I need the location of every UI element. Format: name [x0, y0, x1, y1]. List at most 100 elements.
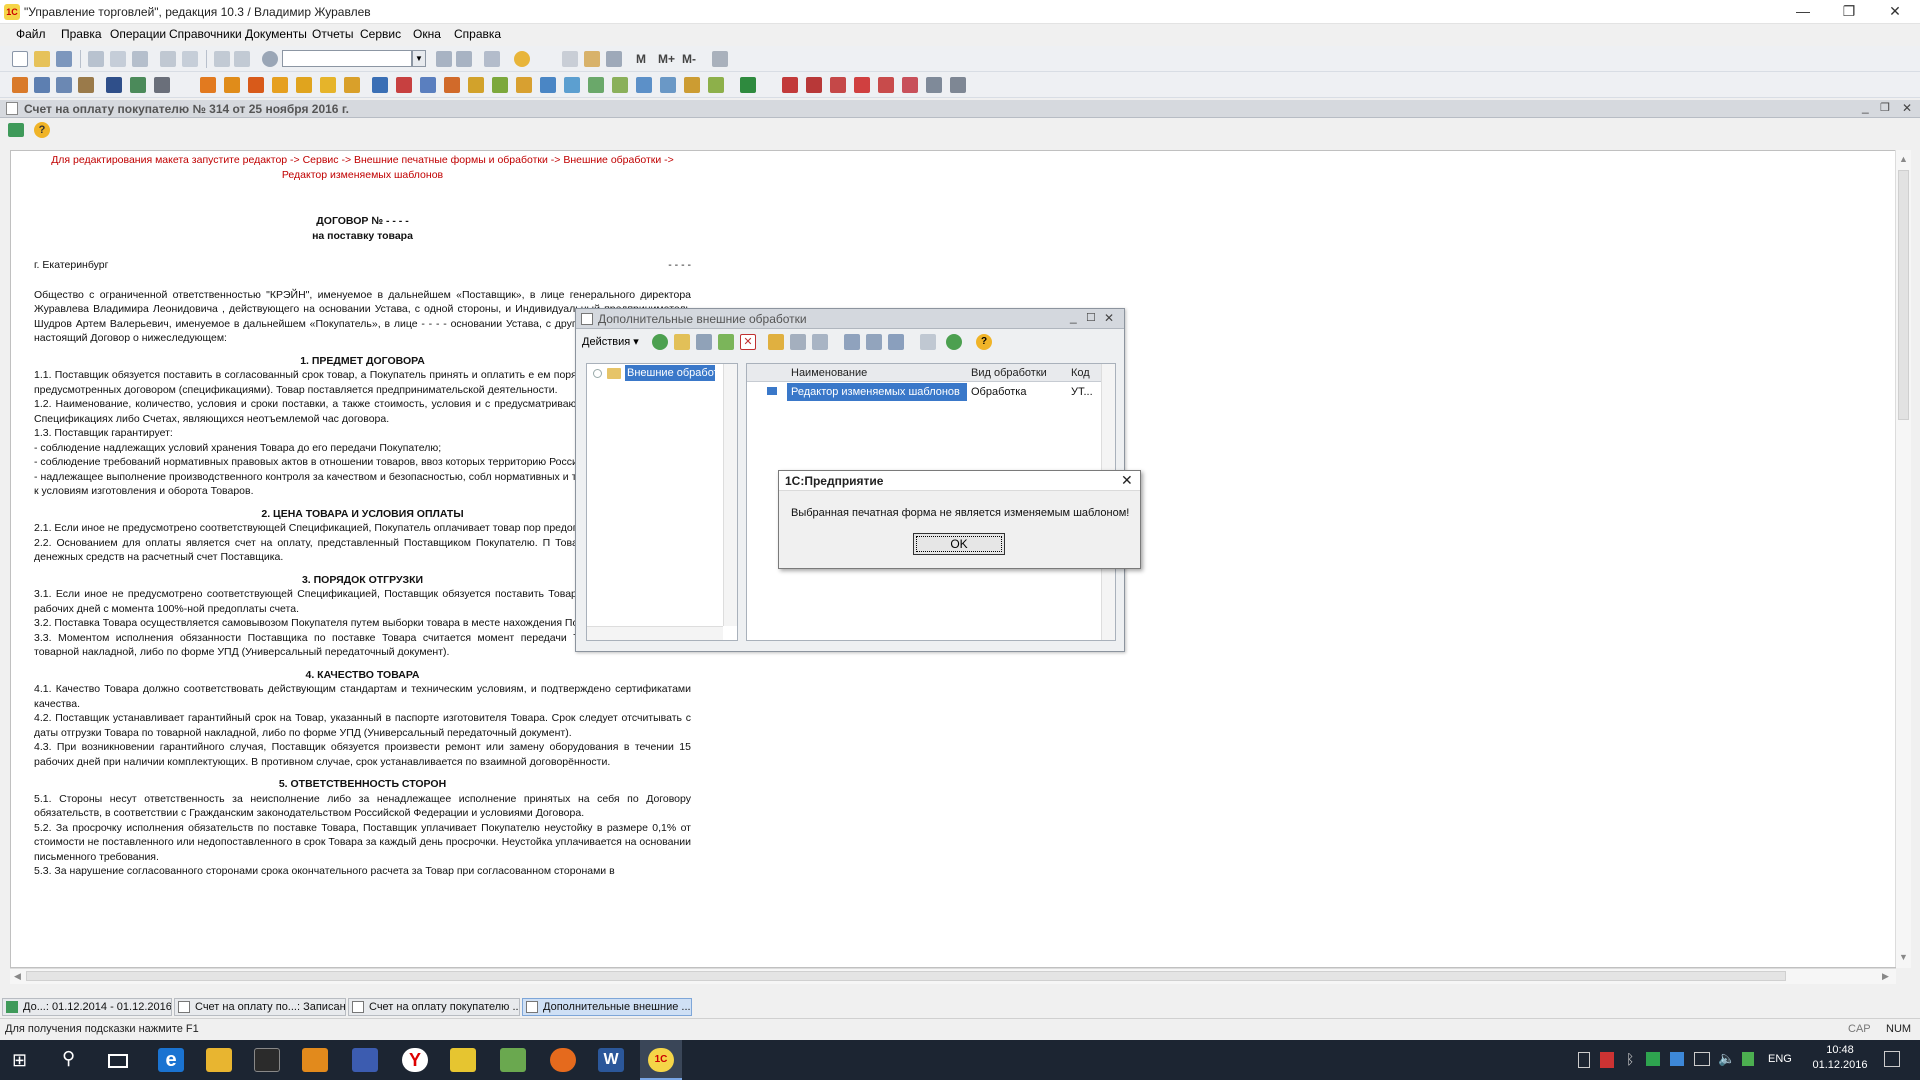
- receipt-icon[interactable]: [420, 77, 436, 93]
- tax-icon[interactable]: [782, 77, 798, 93]
- ledger-icon[interactable]: [830, 77, 846, 93]
- archive-icon[interactable]: [78, 77, 94, 93]
- table-row-code[interactable]: УТ...: [1067, 383, 1101, 401]
- refresh-icon[interactable]: [946, 334, 962, 350]
- copy-item-icon[interactable]: [696, 334, 712, 350]
- adobe-tray-icon[interactable]: [1600, 1052, 1614, 1068]
- list-view-icon[interactable]: [790, 334, 806, 350]
- message-close-button[interactable]: ✕: [1121, 472, 1133, 489]
- statement-icon[interactable]: [854, 77, 870, 93]
- windows-icon[interactable]: [484, 51, 500, 67]
- export-icon[interactable]: [636, 77, 652, 93]
- tree-view-icon[interactable]: [812, 334, 828, 350]
- tree-v-scrollbar[interactable]: [723, 364, 737, 626]
- tree-expander-icon[interactable]: [593, 369, 602, 378]
- memory-minus-button[interactable]: M-: [682, 52, 696, 66]
- check-icon[interactable]: [708, 77, 724, 93]
- restore-button[interactable]: ❐: [1826, 0, 1872, 24]
- sale-icon[interactable]: [248, 77, 264, 93]
- edge-icon[interactable]: e: [158, 1048, 184, 1072]
- import-icon[interactable]: [660, 77, 676, 93]
- tab-invoice-customer[interactable]: Счет на оплату покупателю ...: [348, 998, 520, 1016]
- language-indicator[interactable]: ENG: [1768, 1053, 1792, 1065]
- menu-catalogs[interactable]: Справочники: [169, 27, 242, 41]
- save-icon[interactable]: [56, 51, 72, 67]
- menu-file[interactable]: Файл: [16, 27, 46, 41]
- journal-icon[interactable]: [12, 77, 28, 93]
- ext-close-button[interactable]: ✕: [1104, 311, 1114, 325]
- preview-icon[interactable]: [182, 51, 198, 67]
- calculator-icon[interactable]: [562, 51, 578, 67]
- doc-minimize-button[interactable]: _: [1862, 100, 1869, 114]
- tab-document-journal[interactable]: До...: 01.12.2014 - 01.12.2016: [2, 998, 172, 1016]
- tree-item-external[interactable]: Внешние обработ: [625, 365, 715, 381]
- discount-icon[interactable]: [564, 77, 580, 93]
- transfer-icon[interactable]: [396, 77, 412, 93]
- close-button[interactable]: ✕: [1872, 0, 1918, 24]
- menu-documents[interactable]: Документы: [245, 27, 307, 41]
- tree-h-scrollbar[interactable]: [587, 626, 723, 640]
- scroll-up-icon[interactable]: ▲: [1899, 154, 1908, 164]
- active-app-slot[interactable]: 1С: [640, 1040, 682, 1080]
- help-icon[interactable]: ?: [34, 122, 50, 138]
- redo-icon[interactable]: [234, 51, 250, 67]
- minimize-button[interactable]: —: [1780, 0, 1826, 24]
- table-row-name[interactable]: Редактор изменяемых шаблонов: [787, 383, 967, 401]
- tab-external-processing[interactable]: Дополнительные внешние ...: [522, 998, 692, 1016]
- tools-icon[interactable]: [606, 51, 622, 67]
- filter-icon[interactable]: [844, 334, 860, 350]
- clear-filter-icon[interactable]: [920, 334, 936, 350]
- column-kind[interactable]: Вид обработки: [967, 364, 1067, 382]
- chart-icon[interactable]: [154, 77, 170, 93]
- scroll-thumb[interactable]: [1898, 170, 1909, 420]
- new-icon[interactable]: [12, 51, 28, 67]
- users-icon[interactable]: [106, 77, 122, 93]
- cash-icon[interactable]: [468, 77, 484, 93]
- store-icon[interactable]: [254, 1048, 280, 1072]
- excel-icon[interactable]: [740, 77, 756, 93]
- find-next-icon[interactable]: [436, 51, 452, 67]
- floppy-icon[interactable]: [352, 1048, 378, 1072]
- find-icon[interactable]: [262, 51, 278, 67]
- memory-button[interactable]: M: [636, 52, 646, 66]
- column-name[interactable]: Наименование: [787, 364, 967, 382]
- goods-icon[interactable]: [320, 77, 336, 93]
- delete-icon[interactable]: ✕: [740, 334, 756, 350]
- documents-icon[interactable]: [34, 77, 50, 93]
- return-icon[interactable]: [344, 77, 360, 93]
- help-icon[interactable]: ?: [976, 334, 992, 350]
- usb-icon[interactable]: [1578, 1052, 1590, 1068]
- column-code[interactable]: Код: [1067, 364, 1101, 382]
- edit-icon[interactable]: [950, 77, 966, 93]
- turnover-icon[interactable]: [902, 77, 918, 93]
- list-icon[interactable]: [926, 77, 942, 93]
- word-icon[interactable]: W: [598, 1048, 624, 1072]
- search-icon[interactable]: ⚲: [62, 1048, 75, 1069]
- registers-icon[interactable]: [56, 77, 72, 93]
- tab-invoice-saved[interactable]: Счет на оплату по...: Записан: [174, 998, 346, 1016]
- task-view-icon[interactable]: [108, 1054, 128, 1068]
- search-dropdown-icon[interactable]: ▼: [412, 50, 426, 67]
- yandex-browser-icon[interactable]: Y: [402, 1048, 428, 1072]
- order-icon[interactable]: [200, 77, 216, 93]
- archiver-icon[interactable]: [450, 1048, 476, 1072]
- memory-plus-button[interactable]: M+: [658, 52, 675, 66]
- clock[interactable]: 10:48 01.12.2016: [1812, 1044, 1868, 1071]
- report-icon[interactable]: [588, 77, 604, 93]
- network-icon[interactable]: [1694, 1052, 1710, 1066]
- ext-minimize-button[interactable]: _: [1070, 310, 1077, 324]
- game-icon[interactable]: [500, 1048, 526, 1072]
- menu-operations[interactable]: Операции: [110, 27, 166, 41]
- bank-icon[interactable]: [492, 77, 508, 93]
- print-icon[interactable]: [160, 51, 176, 67]
- scroll-right-icon[interactable]: ▶: [1882, 971, 1889, 982]
- filter-value-icon[interactable]: [866, 334, 882, 350]
- volume-icon[interactable]: 🔈: [1718, 1050, 1735, 1067]
- bluetooth-icon[interactable]: ᛒ: [1626, 1051, 1634, 1067]
- warehouse-icon[interactable]: [296, 77, 312, 93]
- info-icon[interactable]: [514, 51, 530, 67]
- analysis-icon[interactable]: [612, 77, 628, 93]
- search-input[interactable]: [282, 50, 412, 67]
- action-center-icon[interactable]: [1884, 1051, 1900, 1067]
- file-explorer-icon[interactable]: [206, 1048, 232, 1072]
